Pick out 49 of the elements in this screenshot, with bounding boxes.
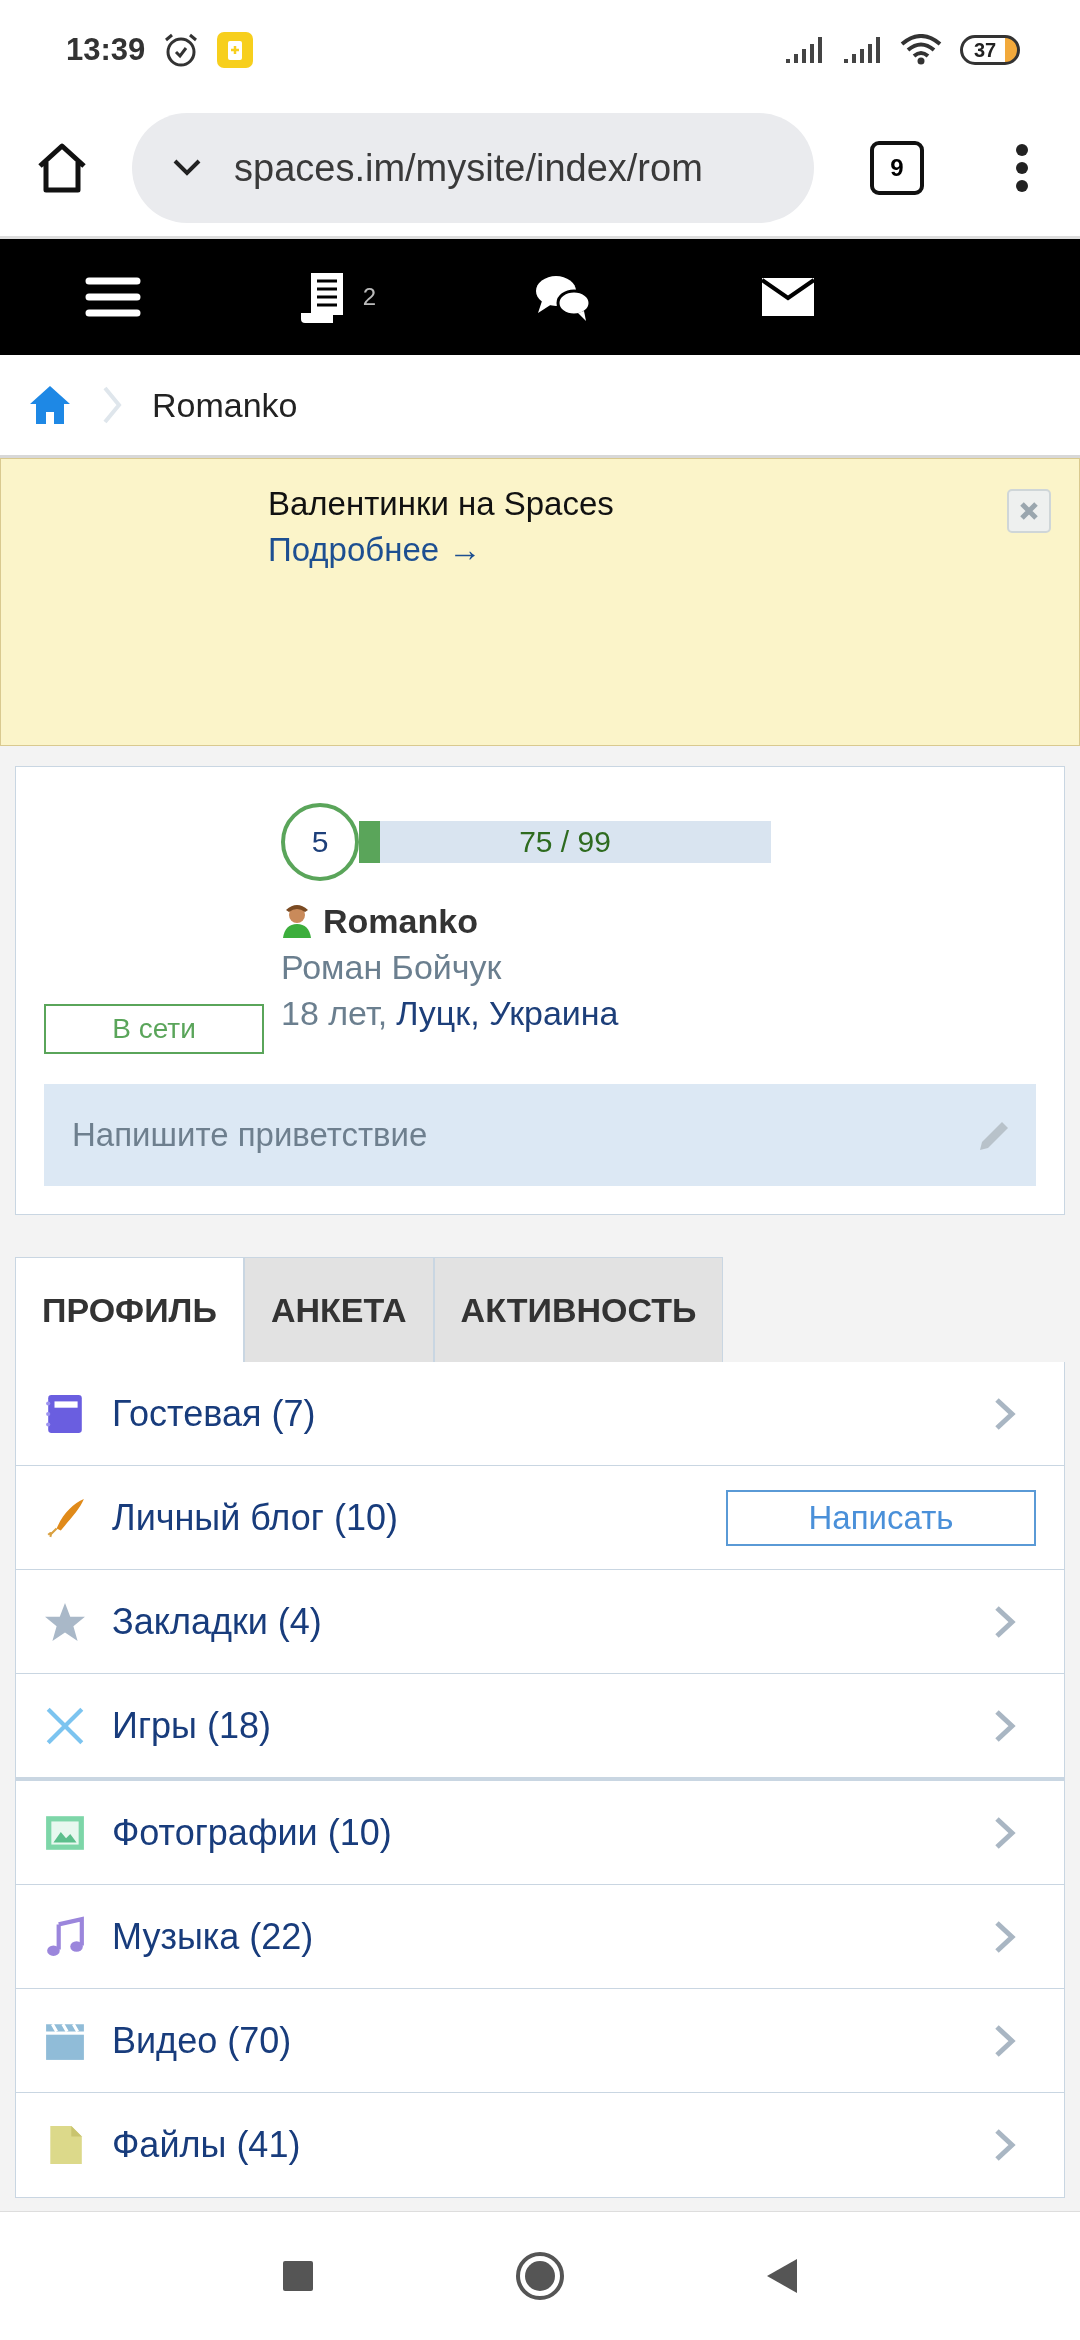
menu-item[interactable]: Видео (70) bbox=[112, 2019, 968, 2062]
menu-icon[interactable] bbox=[84, 275, 141, 319]
more-link[interactable]: Подробнее → bbox=[268, 531, 482, 569]
menu-item[interactable]: Личный блог (10) bbox=[112, 1496, 700, 1539]
user-icon bbox=[281, 904, 313, 938]
age-text: 18 лет, bbox=[281, 993, 388, 1034]
chevron-right-icon bbox=[994, 1815, 1016, 1850]
tab-count-button[interactable]: 9 bbox=[870, 141, 924, 195]
wifi-icon bbox=[900, 34, 942, 66]
full-name: Роман Бойчук bbox=[281, 947, 503, 988]
more-options-icon[interactable] bbox=[1014, 144, 1030, 192]
menu-item[interactable]: Закладки (4) bbox=[112, 1600, 968, 1643]
recent-apps-icon[interactable] bbox=[281, 2259, 315, 2293]
menu-item[interactable]: Игры (18) bbox=[112, 1704, 968, 1747]
chevron-right-icon bbox=[102, 385, 122, 425]
menu-item[interactable]: Файлы (41) bbox=[112, 2124, 968, 2166]
breadcrumb-item: Romanko bbox=[152, 385, 298, 425]
chevron-right-icon bbox=[994, 1708, 1016, 1743]
chevron-right-icon bbox=[994, 1396, 1016, 1431]
clock-time: 13:39 bbox=[66, 32, 146, 68]
signal-icon bbox=[842, 35, 882, 65]
progress-text: 75 / 99 bbox=[518, 824, 612, 860]
profile-tab[interactable]: АКТИВНОСТЬ bbox=[433, 1257, 724, 1362]
mail-icon[interactable] bbox=[759, 276, 816, 318]
level-badge: 5 bbox=[281, 803, 359, 881]
app-notification-icon bbox=[217, 32, 254, 68]
home-button-icon[interactable] bbox=[515, 2251, 565, 2301]
menu-item[interactable]: Музыка (22) bbox=[112, 1915, 968, 1958]
notification-count: 2 bbox=[362, 283, 377, 311]
chevron-right-icon bbox=[994, 2023, 1016, 2058]
chevron-down-icon[interactable] bbox=[172, 158, 202, 178]
online-status: В сети bbox=[44, 1004, 264, 1054]
chevron-right-icon bbox=[994, 1919, 1016, 1954]
profile-tab[interactable]: ПРОФИЛЬ bbox=[15, 1257, 244, 1362]
chevron-right-icon bbox=[994, 1604, 1016, 1639]
profile-tab[interactable]: АНКЕТА bbox=[243, 1257, 434, 1362]
battery-indicator: 37 bbox=[960, 35, 1020, 65]
username: Romanko bbox=[323, 901, 478, 942]
location-link[interactable]: Луцк, Украина bbox=[396, 990, 619, 1036]
music-note-icon bbox=[44, 1915, 86, 1958]
back-icon[interactable] bbox=[765, 2257, 799, 2295]
signal-icon bbox=[784, 35, 824, 65]
alarm-icon bbox=[163, 32, 200, 68]
banner-title: Валентинки на Spaces bbox=[268, 485, 614, 523]
chevron-right-icon bbox=[994, 2128, 1016, 2162]
home-icon[interactable] bbox=[36, 142, 88, 194]
address-bar[interactable]: spaces.im/mysite/index/rom bbox=[132, 113, 814, 223]
menu-item[interactable]: Фотографии (10) bbox=[112, 1811, 968, 1854]
menu-item[interactable]: Гостевая (7) bbox=[112, 1392, 968, 1435]
